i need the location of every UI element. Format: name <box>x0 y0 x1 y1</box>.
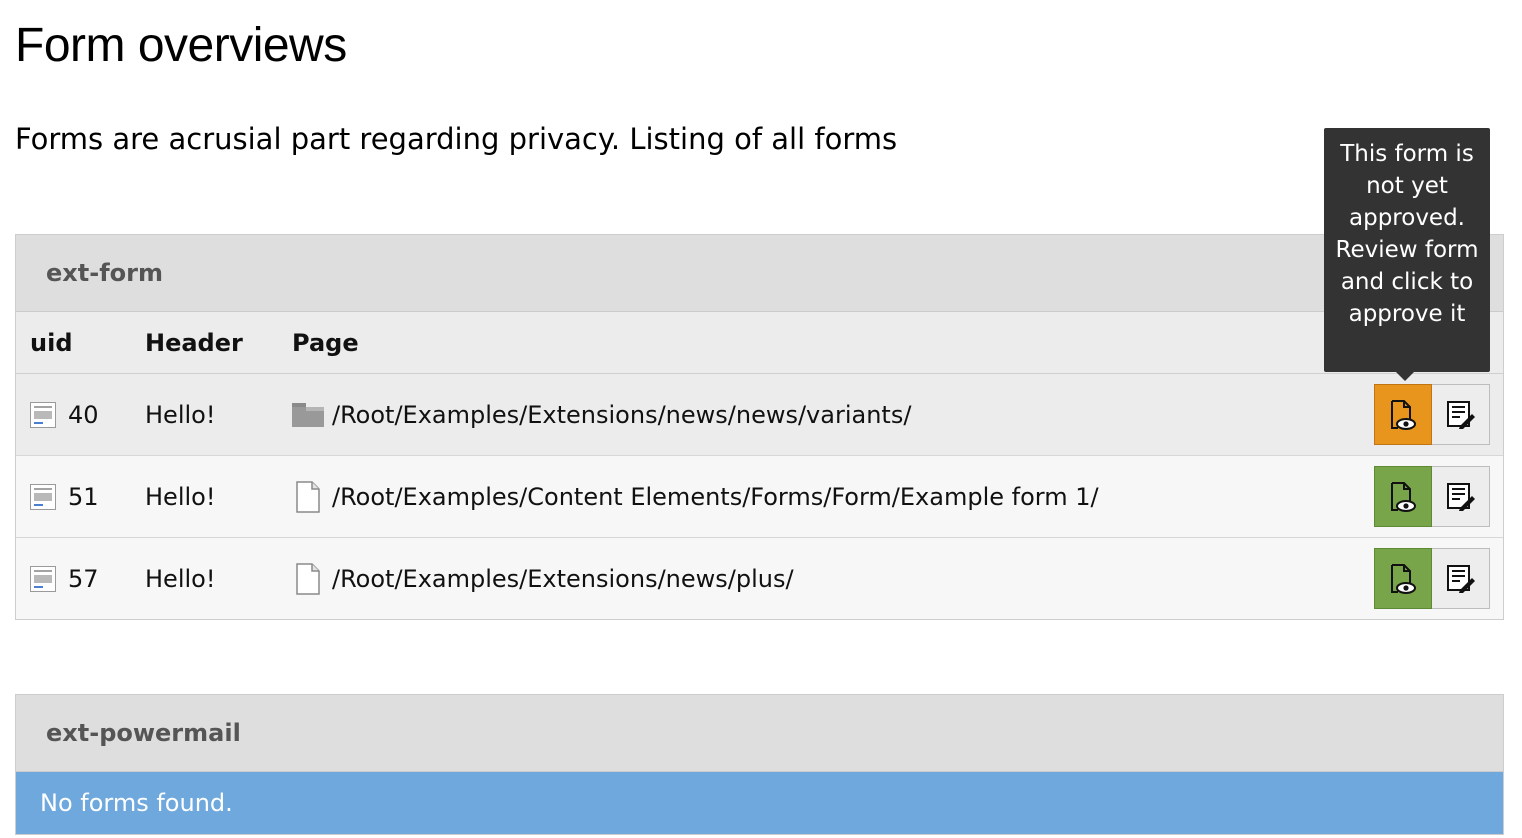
content-element-icon <box>30 565 56 592</box>
document-eye-icon <box>1391 481 1416 512</box>
edit-form-button[interactable] <box>1432 466 1490 527</box>
page-icon <box>296 562 320 595</box>
edit-document-icon <box>1446 564 1475 593</box>
column-header-header: Header <box>145 312 292 374</box>
panel-heading: ext-powermail <box>16 695 1503 772</box>
document-eye-icon <box>1391 399 1416 430</box>
row-page-path: /Root/Examples/Extensions/news/news/vari… <box>332 400 912 429</box>
content-element-icon <box>30 401 56 428</box>
page-title: Form overviews <box>15 19 347 72</box>
row-header: Hello! <box>145 482 216 511</box>
panel-ext-form: ext-form uid Header Page 40 Hello! /Root… <box>15 234 1504 620</box>
edit-document-icon <box>1446 482 1475 511</box>
review-form-button[interactable] <box>1374 466 1432 527</box>
row-header: Hello! <box>145 400 216 429</box>
row-page-path: /Root/Examples/Content Elements/Forms/Fo… <box>332 482 1099 511</box>
edit-form-button[interactable] <box>1432 384 1490 445</box>
forms-table: uid Header Page 40 Hello! /Root/Examples… <box>16 312 1503 619</box>
row-actions <box>1374 466 1490 527</box>
table-row: 51 Hello! /Root/Examples/Content Element… <box>16 455 1503 538</box>
row-header: Hello! <box>145 564 216 593</box>
table-header-row: uid Header Page <box>16 312 1503 374</box>
review-form-button[interactable] <box>1374 384 1432 445</box>
document-eye-icon <box>1391 563 1416 594</box>
review-form-button[interactable] <box>1374 548 1432 609</box>
folder-icon <box>292 402 324 427</box>
edit-form-button[interactable] <box>1432 548 1490 609</box>
row-uid: 40 <box>68 400 99 429</box>
row-uid: 57 <box>68 564 99 593</box>
page-icon <box>296 480 320 513</box>
approval-tooltip: This form is not yet approved. Review fo… <box>1324 128 1490 381</box>
panel-heading: ext-form <box>16 235 1503 312</box>
panel-ext-powermail: ext-powermail No forms found. <box>15 694 1504 835</box>
column-header-page: Page <box>292 312 1360 374</box>
edit-document-icon <box>1446 400 1475 429</box>
row-uid: 51 <box>68 482 99 511</box>
row-actions <box>1374 548 1490 609</box>
content-element-icon <box>30 483 56 510</box>
table-row: 57 Hello! /Root/Examples/Extensions/news… <box>16 537 1503 619</box>
page-intro: Forms are acrusial part regarding privac… <box>15 122 898 156</box>
row-page-path: /Root/Examples/Extensions/news/plus/ <box>332 564 794 593</box>
table-row: 40 Hello! /Root/Examples/Extensions/news… <box>16 373 1503 456</box>
no-forms-alert: No forms found. <box>16 772 1503 834</box>
row-actions <box>1374 384 1490 445</box>
column-header-uid: uid <box>16 312 145 374</box>
